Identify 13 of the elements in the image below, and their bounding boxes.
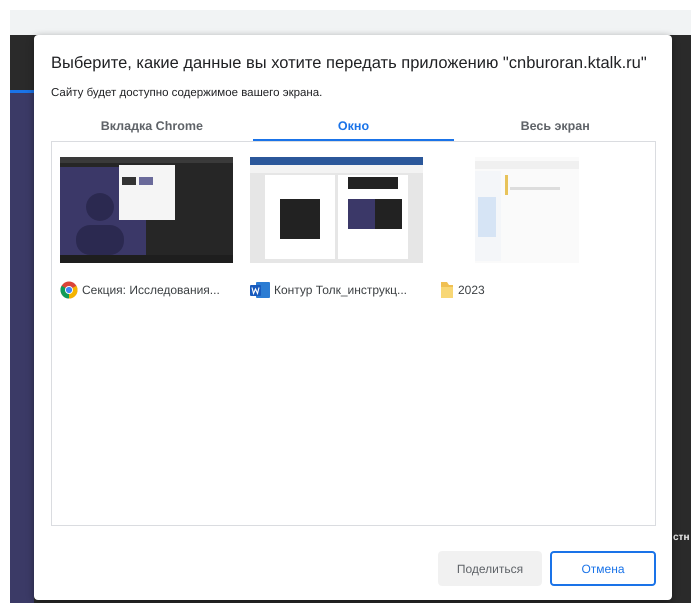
word-icon xyxy=(250,282,270,298)
folder-icon xyxy=(440,281,454,299)
chrome-icon xyxy=(60,281,78,299)
window-title[interactable]: Контур Толк_инструкц... xyxy=(274,283,408,297)
window-title[interactable]: Секция: Исследования... xyxy=(82,283,220,297)
dialog-subtitle: Сайту будет доступно содержимое вашего экрана. xyxy=(51,87,324,99)
tab[interactable]: Весь экран xyxy=(454,115,656,141)
tab[interactable]: Вкладка Chrome xyxy=(51,115,253,141)
cancel-button[interactable]: Отмена xyxy=(550,551,656,586)
dialog-title: Выберите, какие данные вы хотите передать приложению "cnburoran.ktalk.ru" xyxy=(51,53,648,73)
tab[interactable]: Окно xyxy=(252,115,454,141)
background-text: стн xyxy=(673,532,690,543)
window-title[interactable]: 2023 xyxy=(458,283,485,297)
